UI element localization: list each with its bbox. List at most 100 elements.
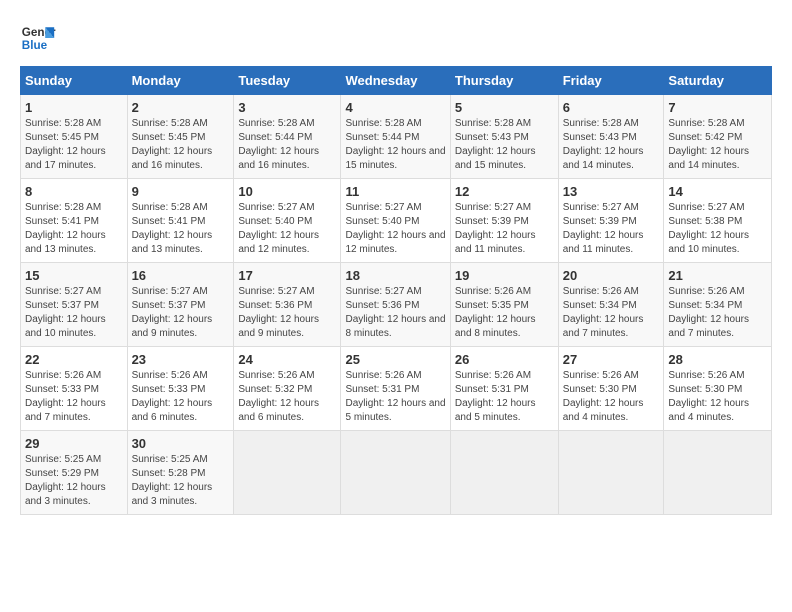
day-info: Sunrise: 5:27 AMSunset: 5:39 PMDaylight:… [455,201,554,257]
day-info: Sunrise: 5:26 AMSunset: 5:33 PMDaylight:… [132,369,230,425]
calendar-day: 6 Sunrise: 5:28 AMSunset: 5:43 PMDaylight… [558,95,664,179]
calendar-day: 26 Sunrise: 5:26 AMSunset: 5:31 PMDayligh… [450,347,558,431]
day-number: 13 [563,184,660,199]
day-number: 17 [238,268,336,283]
calendar-day: 3Sunrise: 5:28 AMSunset: 5:44 PMDaylight… [234,95,341,179]
day-number: 12 [455,184,554,199]
day-number: 22 [25,352,123,367]
calendar-day: 28Sunrise: 5:26 AMSunset: 5:30 PMDayligh… [664,347,772,431]
day-number: 26 [455,352,554,367]
day-info: Sunrise: 5:28 AMSunset: 5:43 PMDaylight:… [455,117,554,173]
day-info: Sunrise: 5:28 AMSunset: 5:45 PMDaylight:… [25,117,123,173]
calendar-day: 14 Sunrise: 5:27 AMSunset: 5:38 PMDayligh… [664,179,772,263]
day-number: 9 [132,184,230,199]
calendar-day [341,431,450,515]
day-info: Sunrise: 5:27 AMSunset: 5:40 PMDaylight:… [345,201,445,257]
calendar-table: SundayMondayTuesdayWednesdayThursdayFrid… [20,66,772,515]
header-wednesday: Wednesday [341,67,450,95]
day-number: 19 [455,268,554,283]
day-number: 23 [132,352,230,367]
day-info: Sunrise: 5:28 AMSunset: 5:42 PMDaylight:… [668,117,767,173]
calendar-day: 22Sunrise: 5:26 AMSunset: 5:33 PMDayligh… [21,347,128,431]
day-number: 24 [238,352,336,367]
calendar-day: 15 Sunrise: 5:27 AMSunset: 5:37 PMDayligh… [21,263,128,347]
day-info: Sunrise: 5:26 AMSunset: 5:34 PMDaylight:… [563,285,660,341]
calendar-day [450,431,558,515]
calendar-day: 13 Sunrise: 5:27 AMSunset: 5:39 PMDayligh… [558,179,664,263]
calendar-day: 23 Sunrise: 5:26 AMSunset: 5:33 PMDayligh… [127,347,234,431]
day-info: Sunrise: 5:26 AMSunset: 5:34 PMDaylight:… [668,285,767,341]
day-info: Sunrise: 5:27 AMSunset: 5:40 PMDaylight:… [238,201,336,257]
day-info: Sunrise: 5:28 AMSunset: 5:44 PMDaylight:… [345,117,445,173]
day-info: Sunrise: 5:28 AMSunset: 5:43 PMDaylight:… [563,117,660,173]
calendar-day: 17 Sunrise: 5:27 AMSunset: 5:36 PMDayligh… [234,263,341,347]
day-info: Sunrise: 5:26 AMSunset: 5:31 PMDaylight:… [345,369,445,425]
day-info: Sunrise: 5:28 AMSunset: 5:44 PMDaylight:… [238,117,336,173]
day-number: 2 [132,100,230,115]
day-number: 4 [345,100,445,115]
calendar-week-4: 22 Sunrise: 5:26 AMSunset: 5:33 PMDayligh… [21,347,772,431]
day-number: 30 [132,436,230,451]
header-tuesday: Tuesday [234,67,341,95]
calendar-day: 1Sunrise: 5:28 AMSunset: 5:45 PMDaylight… [21,95,128,179]
day-info: Sunrise: 5:26 AMSunset: 5:30 PMDaylight:… [563,369,660,425]
day-number: 11 [345,184,445,199]
day-info: Sunrise: 5:28 AMSunset: 5:41 PMDaylight:… [25,201,123,257]
svg-text:Blue: Blue [22,39,48,52]
day-number: 29 [25,436,123,451]
day-number: 10 [238,184,336,199]
day-number: 25 [345,352,445,367]
day-number: 14 [668,184,767,199]
calendar-day [664,431,772,515]
calendar-day: 29 Sunrise: 5:25 AMSunset: 5:29 PMDayligh… [21,431,128,515]
calendar-day: 18 Sunrise: 5:27 AMSunset: 5:36 PMDayligh… [341,263,450,347]
day-number: 7 [668,100,767,115]
day-info: Sunrise: 5:25 AMSunset: 5:29 PMDaylight:… [25,453,123,509]
header-monday: Monday [127,67,234,95]
day-info: Sunrise: 5:28 AMSunset: 5:45 PMDaylight:… [132,117,230,173]
day-number: 8 [25,184,123,199]
header-friday: Friday [558,67,664,95]
calendar-day: 21 Sunrise: 5:26 AMSunset: 5:34 PMDayligh… [664,263,772,347]
calendar-day: 4 Sunrise: 5:28 AMSunset: 5:44 PMDaylight… [341,95,450,179]
calendar-day: 10 Sunrise: 5:27 AMSunset: 5:40 PMDayligh… [234,179,341,263]
calendar-day: 9 Sunrise: 5:28 AMSunset: 5:41 PMDaylight… [127,179,234,263]
day-info: Sunrise: 5:27 AMSunset: 5:37 PMDaylight:… [25,285,123,341]
calendar-header-row: SundayMondayTuesdayWednesdayThursdayFrid… [21,67,772,95]
calendar-day: 25 Sunrise: 5:26 AMSunset: 5:31 PMDayligh… [341,347,450,431]
calendar-day: 7 Sunrise: 5:28 AMSunset: 5:42 PMDaylight… [664,95,772,179]
calendar-day: 30 Sunrise: 5:25 AMSunset: 5:28 PMDayligh… [127,431,234,515]
header-saturday: Saturday [664,67,772,95]
day-number: 21 [668,268,767,283]
day-number: 5 [455,100,554,115]
day-info: Sunrise: 5:25 AMSunset: 5:28 PMDaylight:… [132,453,230,509]
calendar-day: 11 Sunrise: 5:27 AMSunset: 5:40 PMDayligh… [341,179,450,263]
day-info: Sunrise: 5:26 AMSunset: 5:31 PMDaylight:… [455,369,554,425]
header-thursday: Thursday [450,67,558,95]
logo-icon: General Blue [20,20,56,56]
calendar-day: 5 Sunrise: 5:28 AMSunset: 5:43 PMDaylight… [450,95,558,179]
calendar-day: 16Sunrise: 5:27 AMSunset: 5:37 PMDayligh… [127,263,234,347]
calendar-day: 8 Sunrise: 5:28 AMSunset: 5:41 PMDaylight… [21,179,128,263]
header-sunday: Sunday [21,67,128,95]
calendar-week-3: 15 Sunrise: 5:27 AMSunset: 5:37 PMDayligh… [21,263,772,347]
day-info: Sunrise: 5:28 AMSunset: 5:41 PMDaylight:… [132,201,230,257]
calendar-day [558,431,664,515]
calendar-week-1: 1Sunrise: 5:28 AMSunset: 5:45 PMDaylight… [21,95,772,179]
day-info: Sunrise: 5:27 AMSunset: 5:39 PMDaylight:… [563,201,660,257]
day-info: Sunrise: 5:27 AMSunset: 5:36 PMDaylight:… [345,285,445,341]
day-info: Sunrise: 5:27 AMSunset: 5:36 PMDaylight:… [238,285,336,341]
day-info: Sunrise: 5:27 AMSunset: 5:38 PMDaylight:… [668,201,767,257]
day-number: 6 [563,100,660,115]
calendar-day [234,431,341,515]
logo: General Blue [20,20,62,56]
day-number: 18 [345,268,445,283]
day-number: 20 [563,268,660,283]
day-info: Sunrise: 5:26 AMSunset: 5:32 PMDaylight:… [238,369,336,425]
calendar-day: 24 Sunrise: 5:26 AMSunset: 5:32 PMDayligh… [234,347,341,431]
calendar-day: 12 Sunrise: 5:27 AMSunset: 5:39 PMDayligh… [450,179,558,263]
day-number: 15 [25,268,123,283]
calendar-day: 27 Sunrise: 5:26 AMSunset: 5:30 PMDayligh… [558,347,664,431]
day-number: 27 [563,352,660,367]
day-info: Sunrise: 5:26 AMSunset: 5:35 PMDaylight:… [455,285,554,341]
